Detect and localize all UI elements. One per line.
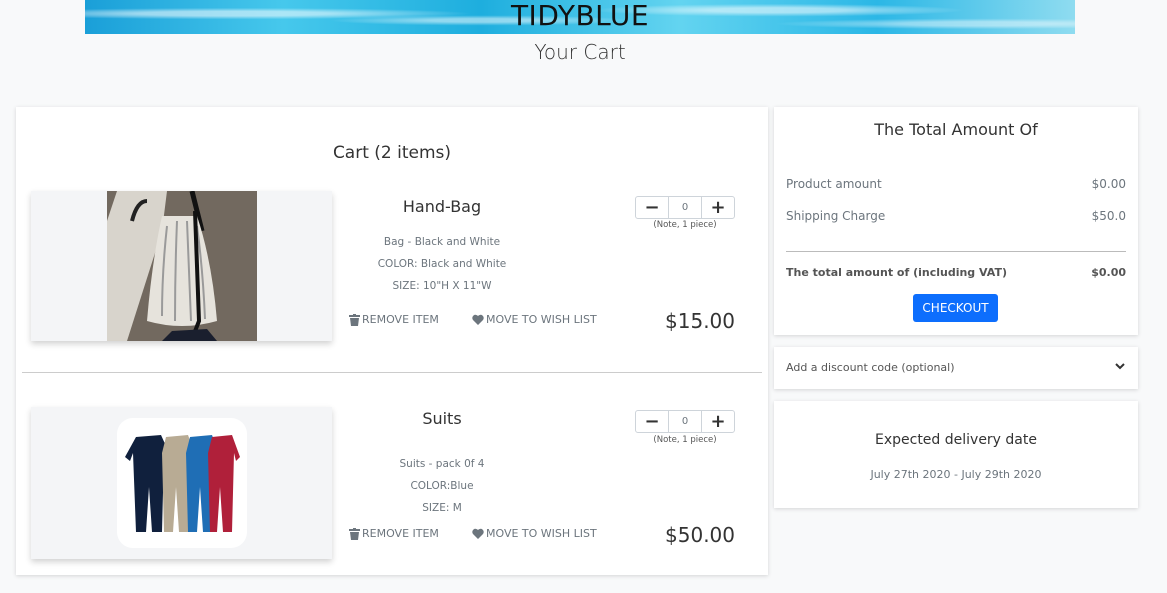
decrement-button[interactable]: − [636, 197, 668, 218]
total-panel: The Total Amount Of Product amount $0.00… [774, 107, 1138, 335]
cart-panel: Cart (2 items) Hand-Bag Bag - Black and … [16, 107, 768, 575]
product-description: Suits - pack 0f 4 [399, 458, 485, 470]
move-to-wishlist-button[interactable]: MOVE TO WISH LIST [472, 527, 597, 540]
total-heading: The Total Amount Of [874, 120, 1038, 139]
product-amount-value: $0.00 [1091, 177, 1126, 191]
chevron-down-icon [1115, 363, 1125, 370]
total-row: The total amount of (including VAT) $0.0… [786, 266, 1126, 279]
product-image-suits [31, 407, 332, 559]
remove-item-label: REMOVE ITEM [362, 527, 439, 540]
quantity-note: (Note, 1 piece) [653, 220, 717, 230]
product-name: Hand-Bag [402, 197, 482, 216]
wishlist-label: MOVE TO WISH LIST [486, 527, 597, 540]
shipping-row: Shipping Charge $50.0 [786, 209, 1126, 223]
cart-heading: Cart (2 items) [332, 143, 452, 163]
product-amount-label: Product amount [786, 177, 882, 191]
discount-label: Add a discount code (optional) [786, 361, 955, 374]
increment-button[interactable]: + [702, 197, 734, 218]
total-label: The total amount of (including VAT) [786, 266, 1007, 279]
item-divider [22, 372, 762, 373]
product-size: SIZE: 10"H X 11"W [392, 280, 492, 292]
handbag-image [106, 191, 257, 341]
delivery-heading: Expected delivery date [874, 432, 1037, 448]
shipping-value: $50.0 [1091, 209, 1126, 223]
quantity-value[interactable]: 0 [668, 197, 702, 218]
quantity-stepper: − 0 + [635, 196, 735, 219]
product-name: Suits [422, 409, 462, 428]
trash-icon [349, 313, 360, 326]
delivery-panel: Expected delivery date July 27th 2020 - … [774, 401, 1138, 508]
total-divider [786, 251, 1126, 252]
quantity-stepper: − 0 + [635, 410, 735, 433]
remove-item-button[interactable]: REMOVE ITEM [349, 527, 439, 540]
total-value: $0.00 [1091, 266, 1126, 279]
suits-image [116, 418, 247, 548]
shipping-label: Shipping Charge [786, 209, 886, 223]
heart-icon [472, 314, 484, 325]
item-price: $15.00 [665, 309, 735, 333]
discount-accordion[interactable]: Add a discount code (optional) [774, 347, 1138, 389]
delivery-range: July 27th 2020 - July 29th 2020 [870, 468, 1042, 481]
increment-button[interactable]: + [702, 411, 734, 432]
brand-banner: TIDYBLUE [85, 0, 1075, 34]
remove-item-label: REMOVE ITEM [362, 313, 439, 326]
checkout-button[interactable]: CHECKOUT [913, 294, 998, 322]
brand-title: TIDYBLUE [510, 0, 650, 32]
product-amount-row: Product amount $0.00 [786, 177, 1126, 191]
quantity-value[interactable]: 0 [668, 411, 702, 432]
product-image-handbag [31, 191, 332, 341]
remove-item-button[interactable]: REMOVE ITEM [349, 313, 439, 326]
product-color: COLOR:Blue [410, 480, 474, 492]
trash-icon [349, 527, 360, 540]
product-description: Bag - Black and White [383, 236, 501, 248]
decrement-button[interactable]: − [636, 411, 668, 432]
page-title: Your Cart [534, 40, 626, 64]
wishlist-label: MOVE TO WISH LIST [486, 313, 597, 326]
product-color: COLOR: Black and White [377, 258, 507, 270]
move-to-wishlist-button[interactable]: MOVE TO WISH LIST [472, 313, 597, 326]
quantity-note: (Note, 1 piece) [653, 435, 717, 445]
heart-icon [472, 528, 484, 539]
product-size: SIZE: M [422, 502, 462, 514]
item-price: $50.00 [665, 523, 735, 547]
